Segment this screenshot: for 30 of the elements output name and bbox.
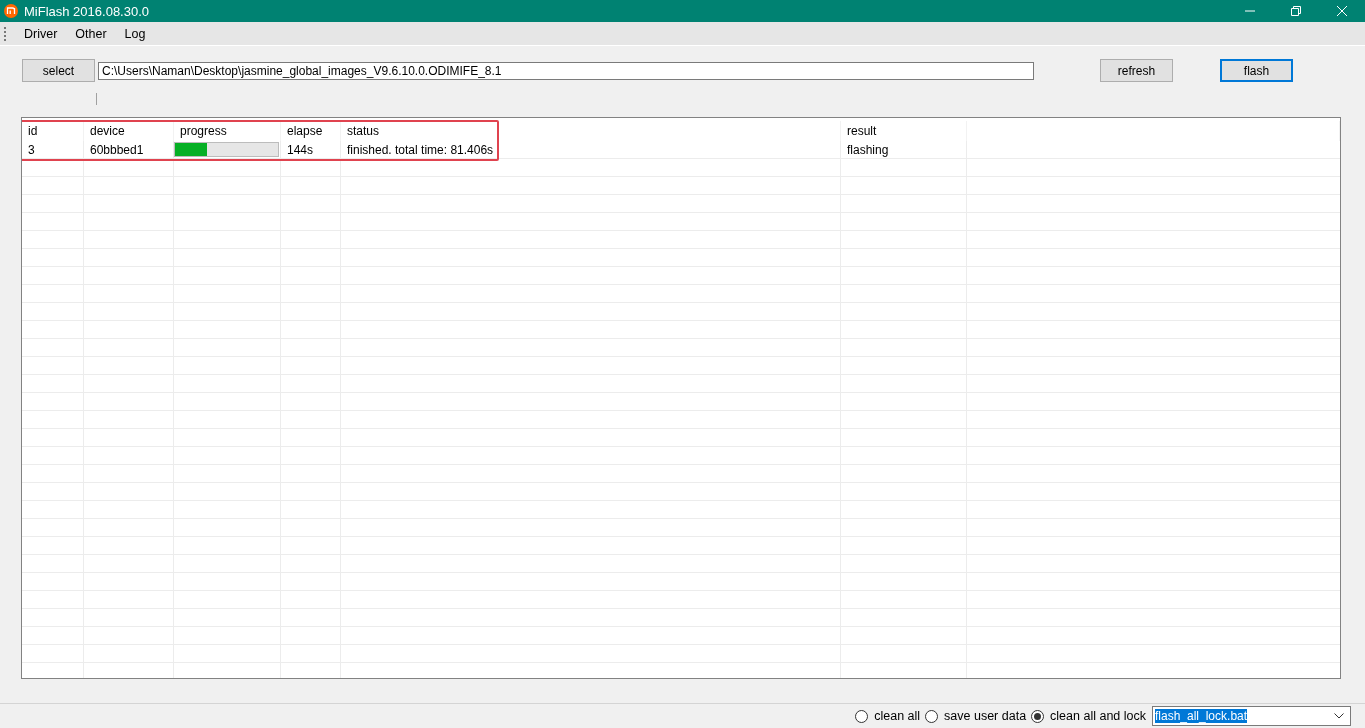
table-cell: 144s (281, 141, 341, 158)
refresh-button[interactable]: refresh (1100, 59, 1173, 82)
table-cell: finished. total time: 81.406s (341, 141, 841, 158)
radio-option[interactable]: clean all and lock (1031, 709, 1146, 723)
grip-icon (4, 26, 7, 41)
radio-button[interactable] (855, 709, 869, 723)
table-cell: flashing (841, 141, 967, 158)
column-header[interactable]: result (841, 121, 967, 141)
radio-button[interactable] (1031, 709, 1045, 723)
restore-icon[interactable] (1290, 5, 1302, 17)
menu-item[interactable]: Driver (15, 26, 67, 41)
menu-item[interactable]: Log (115, 26, 155, 41)
radio-button[interactable] (925, 709, 939, 723)
script-dropdown[interactable]: flash_all_lock.bat (1152, 706, 1351, 726)
select-button[interactable]: select (22, 59, 95, 82)
column-header[interactable]: id (22, 121, 84, 141)
menu-item[interactable]: Other (66, 26, 116, 41)
column-header[interactable]: status (341, 121, 841, 141)
caret-icon (1334, 713, 1344, 719)
path-field[interactable]: C:\Users\Naman\Desktop\jasmine_global_images_V9.6.10.0.ODIMIFE_8.1 (98, 61, 1034, 80)
window-title: MiFlash 2016.08.30.0 (24, 3, 151, 19)
radio-option[interactable]: clean all (855, 709, 921, 723)
table-cell: 3 (22, 141, 84, 158)
column-header[interactable]: progress (174, 121, 281, 141)
flash-button[interactable]: flash (1220, 59, 1293, 82)
radio-option[interactable]: save user data (925, 709, 1027, 723)
column-header[interactable]: device (84, 121, 174, 141)
close-icon[interactable] (1336, 5, 1348, 17)
app-logo-icon (4, 4, 18, 18)
column-header[interactable]: elapse (281, 121, 341, 141)
